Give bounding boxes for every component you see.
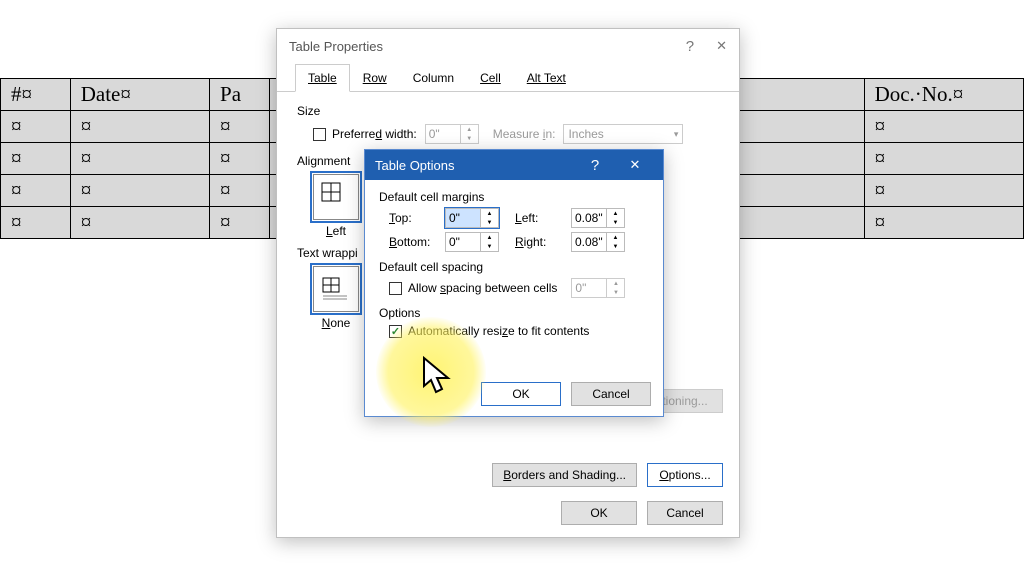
wrap-none-label: None <box>313 316 359 330</box>
spinner-up-icon[interactable]: ▲ <box>607 209 624 218</box>
default-spacing-label: Default cell spacing <box>379 260 649 274</box>
margin-left-spinner[interactable]: ▲▼ <box>571 208 625 228</box>
align-left-option[interactable] <box>313 174 359 220</box>
tab-table[interactable]: Table <box>295 64 350 92</box>
tab-strip: Table Row Column Cell Alt Text <box>277 63 739 92</box>
spinner-up-icon[interactable]: ▲ <box>481 209 498 218</box>
tab-alt-text[interactable]: Alt Text <box>514 64 579 92</box>
allow-spacing-checkbox[interactable] <box>389 282 402 295</box>
col-header: Date¤ <box>70 79 209 111</box>
help-icon[interactable] <box>575 150 615 180</box>
col-header: Doc.·No.¤ <box>864 79 1023 111</box>
options-cancel-button[interactable]: Cancel <box>571 382 651 406</box>
auto-resize-checkbox[interactable] <box>389 325 402 338</box>
margin-bottom-input[interactable] <box>446 233 480 251</box>
spinner-down-icon[interactable]: ▼ <box>607 242 624 251</box>
col-header: #¤ <box>1 79 71 111</box>
measure-in-label: Measure in: <box>493 127 556 141</box>
cell-spacing-spinner: ▲▼ <box>571 278 625 298</box>
options-title: Table Options <box>375 158 455 173</box>
auto-resize-label: Automatically resize to fit contents <box>408 324 589 338</box>
table-options-dialog: Table Options Default cell margins Top: … <box>364 149 664 417</box>
options-button[interactable]: Options... <box>647 463 723 487</box>
close-icon[interactable] <box>716 38 727 54</box>
options-ok-button[interactable]: OK <box>481 382 561 406</box>
spinner-down-icon[interactable]: ▼ <box>481 218 498 227</box>
measure-in-dropdown: Inches▾ <box>563 124 683 144</box>
close-icon[interactable] <box>615 150 655 180</box>
margin-top-spinner[interactable]: ▲▼ <box>445 208 499 228</box>
props-ok-button[interactable]: OK <box>561 501 637 525</box>
help-icon[interactable] <box>686 38 694 55</box>
margin-left-input[interactable] <box>572 209 606 227</box>
borders-shading-button[interactable]: Borders and Shading... <box>492 463 637 487</box>
options-titlebar[interactable]: Table Options <box>365 150 663 180</box>
margin-right-input[interactable] <box>572 233 606 251</box>
allow-spacing-label: Allow spacing between cells <box>408 281 557 295</box>
margin-bottom-spinner[interactable]: ▲▼ <box>445 232 499 252</box>
col-header: Pa <box>210 79 270 111</box>
preferred-width-checkbox[interactable]: Preferred width: <box>313 127 417 141</box>
tab-cell[interactable]: Cell <box>467 64 514 92</box>
spinner-up-icon[interactable]: ▲ <box>607 233 624 242</box>
preferred-width-label: Preferred width: <box>332 127 417 141</box>
default-margins-label: Default cell margins <box>379 190 649 204</box>
margin-top-input[interactable] <box>446 209 480 227</box>
size-section-label: Size <box>297 104 719 118</box>
tab-column[interactable]: Column <box>400 64 467 92</box>
wrap-none-option[interactable] <box>313 266 359 312</box>
spinner-down-icon[interactable]: ▼ <box>481 242 498 251</box>
align-left-label: Left <box>313 224 359 238</box>
options-section-label: Options <box>379 306 649 320</box>
margin-top-label: Top: <box>389 211 439 225</box>
dialog-title: Table Properties <box>289 39 383 54</box>
preferred-width-spinner: ▲▼ <box>425 124 479 144</box>
margin-left-label: Left: <box>515 211 565 225</box>
spinner-up-icon[interactable]: ▲ <box>481 233 498 242</box>
tab-row[interactable]: Row <box>350 64 400 92</box>
margin-right-label: Right: <box>515 235 565 249</box>
margin-bottom-label: Bottom: <box>389 235 439 249</box>
spinner-down-icon[interactable]: ▼ <box>607 218 624 227</box>
props-cancel-button[interactable]: Cancel <box>647 501 723 525</box>
dialog-titlebar[interactable]: Table Properties <box>277 29 739 63</box>
margin-right-spinner[interactable]: ▲▼ <box>571 232 625 252</box>
